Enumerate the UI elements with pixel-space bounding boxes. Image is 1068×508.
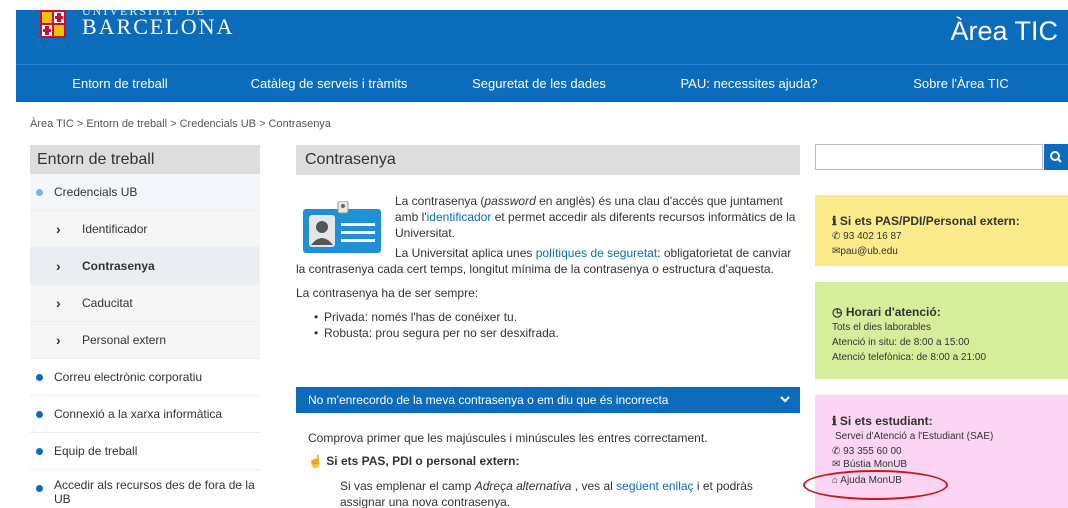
accordion-text-1: Comprova primer que les majúscules i min… <box>308 431 708 445</box>
sidebar-item-label: Contrasenya <box>82 259 155 273</box>
chevron-right-icon: › <box>56 221 61 237</box>
sidebar: Entorn de treball Credencials UB › Identi… <box>30 145 260 508</box>
accordion-body: Comprova primer que les majúscules i min… <box>296 430 800 508</box>
acc-text-4: assignar una nova contrasenya. <box>340 495 511 508</box>
info-icon: ℹ <box>832 414 837 428</box>
search-button[interactable] <box>1044 144 1068 170</box>
phone-number: 93 402 16 87 <box>843 231 902 242</box>
clock-icon: ◷ <box>832 305 843 319</box>
acc-text-3: i et podràs <box>693 479 753 493</box>
service-name: Servei d'Atenció a l'Estudiant (SAE) <box>835 431 994 442</box>
sidebar-item-identificador[interactable]: › Identificador <box>30 211 260 248</box>
search-icon <box>1050 151 1062 163</box>
info-icon: ℹ <box>832 214 837 228</box>
chevron-down-icon[interactable] <box>770 387 800 413</box>
site-header: UNIVERSITAT DE BARCELONA Àrea TIC <box>16 4 1068 64</box>
chevron-right-icon: › <box>56 295 61 311</box>
forgot-password-accordion[interactable]: No m'enrecordo de la meva contrasenya o … <box>296 387 800 413</box>
policy-text-1: La Universitat aplica unes <box>395 246 536 260</box>
sidebar-item-caducitat[interactable]: › Caducitat <box>30 285 260 322</box>
highlight-annotation <box>803 470 948 500</box>
search-box <box>815 144 1068 170</box>
intro-section: La contrasenya (password en anglès) és u… <box>296 193 800 341</box>
chevron-right-icon: › <box>56 332 61 348</box>
area-title[interactable]: Àrea TIC <box>950 16 1058 47</box>
sidebar-item-label: Equip de treball <box>54 444 138 458</box>
envelope-icon: ✉ <box>832 459 841 470</box>
email-address[interactable]: pau@ub.edu <box>840 246 897 257</box>
box-title-text: Si ets PAS/PDI/Personal extern: <box>839 214 1020 228</box>
sidebar-title: Entorn de treball <box>30 145 260 174</box>
nav-item-seguretat[interactable]: Seguretat de les dades <box>434 65 644 102</box>
intro-em: password <box>484 194 536 208</box>
logo-text[interactable]: BARCELONA <box>82 14 234 40</box>
search-input[interactable] <box>815 144 1043 170</box>
identificador-link[interactable]: identificador <box>427 210 492 224</box>
schedule-box: ◷ Horari d'atenció: Tots el dies laborab… <box>815 282 1068 379</box>
sidebar-item-accedir[interactable]: Accedir als recursos des de fora de la U… <box>30 470 260 508</box>
sidebar-item-equip[interactable]: Equip de treball <box>30 433 260 470</box>
nav-item-sobre[interactable]: Sobre l'Àrea TIC <box>854 65 1068 102</box>
box-title: ◷ Horari d'atenció: <box>832 304 1068 320</box>
box-title-text: Horari d'atenció: <box>845 305 941 319</box>
schedule-line: Tots el dies laborables <box>832 322 931 333</box>
nav-item-pau[interactable]: PAU: necessites ajuda? <box>644 65 854 102</box>
sidebar-item-label: Connexió a la xarxa informàtica <box>54 407 223 421</box>
bustia-link[interactable]: Bústia MonUB <box>843 459 907 470</box>
accordion-heading: ☝ Si ets PAS, PDI o personal extern: <box>296 453 800 469</box>
phone-icon: ✆ <box>832 446 841 457</box>
sidebar-item-personal-extern[interactable]: › Personal extern <box>30 322 260 359</box>
nav-item-cataleg[interactable]: Catàleg de serveis i tràmits <box>224 65 434 102</box>
seguent-enllac-link[interactable]: següent enllaç <box>616 479 693 493</box>
intro-text: La contrasenya (password en anglès) és u… <box>395 193 800 241</box>
accordion-heading-text: Si ets PAS, PDI o personal extern: <box>326 454 520 468</box>
accordion-label: No m'enrecordo de la meva contrasenya o … <box>308 393 669 407</box>
sidebar-item-correu[interactable]: Correu electrònic corporatiu <box>30 359 260 396</box>
acc-text-2: , ves al <box>571 479 617 493</box>
sidebar-item-label: Credencials UB <box>54 185 138 199</box>
breadcrumb[interactable]: Àrea TIC > Entorn de treball > Credencia… <box>30 118 331 130</box>
sidebar-item-contrasenya[interactable]: › Contrasenya <box>30 248 260 285</box>
sidebar-item-label: Accedir als recursos des de fora de la U… <box>54 478 255 506</box>
sidebar-item-connexio[interactable]: Connexió a la xarxa informàtica <box>30 396 260 433</box>
main-content: Contrasenya La contrasenya (password en … <box>296 145 800 508</box>
list-item: Robusta: prou segura per no ser desxifra… <box>314 325 800 341</box>
chevron-right-icon: › <box>56 258 61 274</box>
acc-em: Adreça alternativa <box>474 479 572 493</box>
main-nav: Entorn de treball Catàleg de serveis i t… <box>16 64 1068 102</box>
bustia-line[interactable]: ✉ Bústia MonUB <box>832 459 1068 470</box>
sidebar-item-label: Correu electrònic corporatiu <box>54 370 203 384</box>
pas-contact-box: ℹ Si ets PAS/PDI/Personal extern: ✆ 93 4… <box>815 195 1068 266</box>
hand-pointer-icon: ☝ <box>308 454 323 468</box>
schedule-line: Atenció telefònica: de 8:00 a 21:00 <box>832 352 987 363</box>
accordion-text-2: Si vas emplenar el camp Adreça alternati… <box>296 478 800 508</box>
list-item: Privada: només l'has de conéixer tu. <box>314 309 800 325</box>
phone-number: 93 355 60 00 <box>843 446 902 457</box>
sidebar-item-label: Personal extern <box>82 333 167 347</box>
phone-line: ✆ 93 355 60 00 <box>832 444 1068 459</box>
intro-text-1: La contrasenya ( <box>395 194 485 208</box>
schedule-line: Atenció in situ: de 8:00 a 15:00 <box>832 337 970 348</box>
phone-icon: ✆ <box>832 231 841 242</box>
requirements-list: Privada: només l'has de conéixer tu. Rob… <box>314 309 800 341</box>
phone-line: ✆ 93 402 16 87 <box>832 229 1068 244</box>
box-title: ℹ Si ets estudiant: <box>832 413 1068 429</box>
box-title: ℹ Si ets PAS/PDI/Personal extern: <box>832 213 1068 229</box>
sidebar-item-label: Identificador <box>82 222 148 236</box>
ub-shield-logo[interactable] <box>40 10 66 38</box>
sidebar-item-label: Caducitat <box>82 296 133 310</box>
nav-item-entorn[interactable]: Entorn de treball <box>16 65 224 102</box>
requirements-text: La contrasenya ha de ser sempre: <box>296 286 479 300</box>
id-card-icon <box>303 201 381 253</box>
security-policy-link[interactable]: polítiques de seguretat <box>536 246 657 260</box>
page-title: Contrasenya <box>296 145 800 175</box>
sidebar-item-credencials[interactable]: Credencials UB <box>30 174 260 211</box>
box-title-text: Si ets estudiant: <box>839 414 933 428</box>
email-line[interactable]: ✉pau@ub.edu <box>832 244 1068 259</box>
acc-text-1: Si vas emplenar el camp <box>340 479 475 493</box>
